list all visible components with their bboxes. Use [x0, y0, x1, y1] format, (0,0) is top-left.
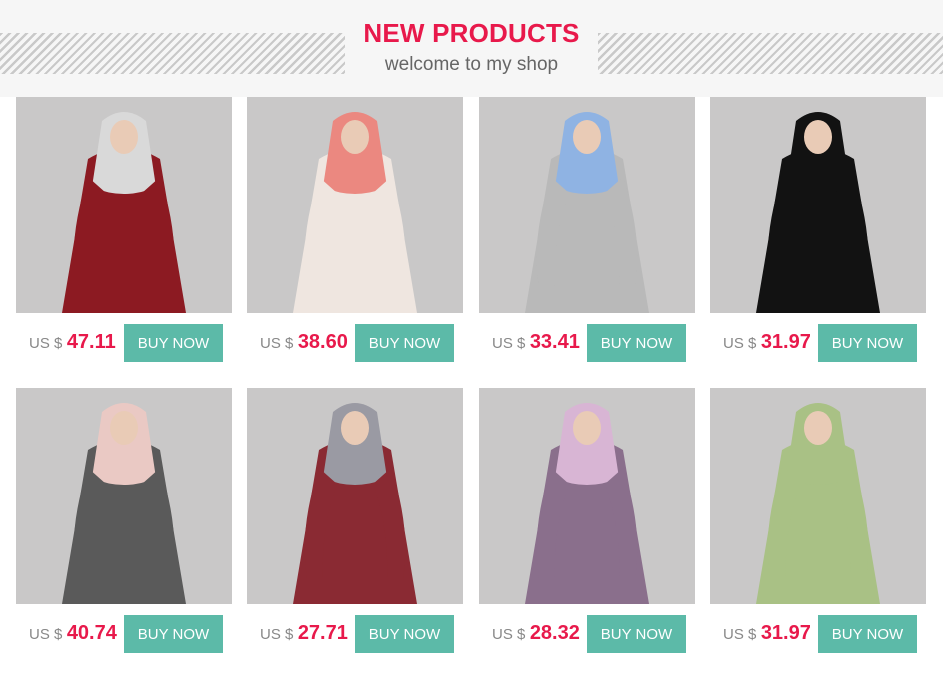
price-value: 31.97 — [760, 331, 811, 353]
currency-label: US $ — [492, 626, 526, 643]
model-figure-image — [16, 388, 232, 604]
price-value: 31.97 — [760, 622, 811, 644]
price-label: US $ 40.74 — [29, 622, 117, 645]
model-figure-image — [479, 97, 695, 313]
model-figure-image — [710, 97, 926, 313]
price-value: 33.41 — [529, 331, 580, 353]
product-card[interactable]: US $ 27.71 BUY NOW — [247, 388, 463, 663]
buy-now-button[interactable]: BUY NOW — [124, 615, 223, 653]
decorative-stripes-right — [598, 33, 943, 74]
price-row: US $ 27.71 BUY NOW — [247, 604, 463, 663]
buy-now-button[interactable]: BUY NOW — [587, 615, 686, 653]
price-row: US $ 40.74 BUY NOW — [16, 604, 232, 663]
price-row: US $ 31.97 BUY NOW — [710, 313, 926, 372]
price-row: US $ 47.11 BUY NOW — [16, 313, 232, 372]
model-figure-image — [247, 97, 463, 313]
price-row: US $ 38.60 BUY NOW — [247, 313, 463, 372]
currency-label: US $ — [29, 626, 63, 643]
price-value: 27.71 — [297, 622, 348, 644]
currency-label: US $ — [723, 626, 757, 643]
model-figure-image — [16, 97, 232, 313]
section-title: NEW PRODUCTS — [363, 18, 580, 48]
price-value: 40.74 — [66, 622, 117, 644]
model-figure-image — [479, 388, 695, 604]
price-row: US $ 31.97 BUY NOW — [710, 604, 926, 663]
product-photo[interactable] — [710, 388, 926, 604]
price-label: US $ 31.97 — [723, 622, 811, 645]
product-photo[interactable] — [16, 388, 232, 604]
section-subtitle: welcome to my shop — [384, 54, 559, 75]
header-banner: NEW PRODUCTS welcome to my shop — [0, 0, 943, 97]
product-card[interactable]: US $ 28.32 BUY NOW — [479, 388, 695, 663]
product-card[interactable]: US $ 31.97 BUY NOW — [710, 97, 926, 372]
product-card[interactable]: US $ 40.74 BUY NOW — [16, 388, 232, 663]
price-row: US $ 33.41 BUY NOW — [479, 313, 695, 372]
currency-label: US $ — [260, 335, 294, 352]
model-figure-image — [247, 388, 463, 604]
product-card[interactable]: US $ 47.11 BUY NOW — [16, 97, 232, 372]
currency-label: US $ — [260, 626, 294, 643]
price-value: 47.11 — [66, 331, 116, 353]
buy-now-button[interactable]: BUY NOW — [818, 324, 917, 362]
product-card[interactable]: US $ 33.41 BUY NOW — [479, 97, 695, 372]
currency-label: US $ — [723, 335, 757, 352]
decorative-stripes-left — [0, 33, 345, 74]
buy-now-button[interactable]: BUY NOW — [355, 615, 454, 653]
buy-now-button[interactable]: BUY NOW — [818, 615, 917, 653]
buy-now-button[interactable]: BUY NOW — [587, 324, 686, 362]
currency-label: US $ — [29, 335, 63, 352]
product-photo[interactable] — [247, 388, 463, 604]
product-photo[interactable] — [479, 388, 695, 604]
price-label: US $ 38.60 — [260, 331, 348, 354]
product-card[interactable]: US $ 38.60 BUY NOW — [247, 97, 463, 372]
price-value: 38.60 — [297, 331, 348, 353]
buy-now-button[interactable]: BUY NOW — [124, 324, 223, 362]
buy-now-button[interactable]: BUY NOW — [355, 324, 454, 362]
product-photo[interactable] — [247, 97, 463, 313]
price-label: US $ 31.97 — [723, 331, 811, 354]
currency-label: US $ — [492, 335, 526, 352]
product-photo[interactable] — [16, 97, 232, 313]
price-label: US $ 33.41 — [492, 331, 580, 354]
product-photo[interactable] — [710, 97, 926, 313]
product-photo[interactable] — [479, 97, 695, 313]
price-value: 28.32 — [529, 622, 580, 644]
price-label: US $ 28.32 — [492, 622, 580, 645]
price-row: US $ 28.32 BUY NOW — [479, 604, 695, 663]
price-label: US $ 47.11 — [29, 331, 116, 354]
price-label: US $ 27.71 — [260, 622, 348, 645]
model-figure-image — [710, 388, 926, 604]
product-card[interactable]: US $ 31.97 BUY NOW — [710, 388, 926, 663]
